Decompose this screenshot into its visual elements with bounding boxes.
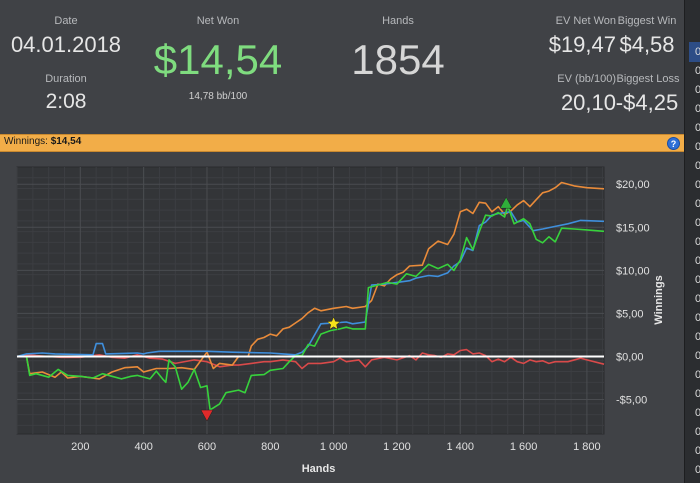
- y-axis-label: Winnings: [653, 275, 665, 324]
- help-icon[interactable]: ?: [667, 137, 680, 150]
- y-tick-label: $20,00: [616, 179, 650, 191]
- x-axis-label: Hands: [302, 463, 336, 475]
- duration-value: 2:08: [45, 90, 87, 113]
- biggest-loss-label: Biggest Loss: [616, 73, 680, 85]
- side-list-item[interactable]: 0: [695, 103, 700, 115]
- winnings-bar-value: $14,54: [50, 136, 82, 147]
- winnings-chart-area: 200 400 600 800 1 000 1 200 1 400 1 600 1 800 $20…: [0, 152, 684, 483]
- net-won-label: Net Won: [196, 15, 240, 27]
- side-list-item[interactable]: 0: [695, 255, 700, 267]
- side-list-item[interactable]: 0: [695, 217, 700, 229]
- x-tick-label: 1 800: [573, 441, 601, 453]
- x-tick-label: 400: [134, 441, 152, 453]
- side-list-item[interactable]: 0: [695, 179, 700, 191]
- biggest-win-label: Biggest Win: [617, 15, 677, 27]
- biggest-loss-value: -$4,25: [615, 90, 679, 115]
- net-won-bb100: 14,78 bb/100: [188, 91, 248, 102]
- app-root: Date 04.01.2018 Duration 2:08 Net Won $1…: [0, 0, 700, 483]
- session-panel: Date 04.01.2018 Duration 2:08 Net Won $1…: [0, 0, 684, 483]
- x-tick-label: 1 200: [383, 441, 411, 453]
- x-tick-label: 1 000: [320, 441, 348, 453]
- y-tick-label: $10,00: [616, 265, 650, 277]
- winnings-bar-label: Winnings:: [4, 136, 48, 147]
- ev-bb100-value: 20,10: [560, 90, 616, 115]
- duration-label: Duration: [45, 73, 87, 85]
- side-list-item[interactable]: 0: [695, 445, 700, 457]
- x-tick-label: 1 400: [446, 441, 474, 453]
- date-label: Date: [54, 15, 78, 27]
- side-list-panel: 0 0 0 0 0 0 0 0 0 0 0 0 0 0 0 0 0 0 0 0 0 0 0: [684, 0, 700, 483]
- side-list-item[interactable]: 0: [695, 464, 700, 476]
- net-won-value: $14,54: [153, 36, 283, 83]
- x-tick-label: 200: [71, 441, 89, 453]
- side-list-item[interactable]: 0: [695, 65, 700, 77]
- y-tick-label: $5,00: [616, 308, 644, 320]
- side-list-item[interactable]: 0: [695, 141, 700, 153]
- y-tick-label: $15,00: [616, 222, 650, 234]
- side-list-item[interactable]: 0: [695, 122, 700, 134]
- y-tick-label: $0,00: [616, 351, 644, 363]
- side-list-item[interactable]: 0: [695, 350, 700, 362]
- side-list-item[interactable]: 0: [695, 407, 700, 419]
- winnings-bar: Winnings: $14,54 ?: [0, 134, 684, 152]
- ev-net-won-label: EV Net Won: [555, 15, 616, 27]
- side-list-item[interactable]: 0: [695, 160, 700, 172]
- winnings-chart: 200 400 600 800 1 000 1 200 1 400 1 600 1 800 $20…: [16, 166, 665, 475]
- side-list-item[interactable]: 0: [695, 331, 700, 343]
- ev-bb100-label: EV (bb/100): [557, 73, 616, 85]
- side-list-item[interactable]: 0: [695, 46, 700, 58]
- hands-label: Hands: [382, 15, 414, 27]
- side-list-item[interactable]: 0: [695, 293, 700, 305]
- x-tick-label: 600: [198, 441, 216, 453]
- stats-header: Date 04.01.2018 Duration 2:08 Net Won $1…: [0, 0, 684, 134]
- side-list-item[interactable]: 0: [695, 198, 700, 210]
- date-value: 04.01.2018: [10, 32, 122, 57]
- side-list-item[interactable]: 0: [695, 369, 700, 381]
- ev-net-won-value: $19,47: [548, 32, 616, 57]
- x-tick-label: 1 600: [510, 441, 538, 453]
- hands-value: 1854: [351, 36, 445, 83]
- winnings-bar-text: Winnings: $14,54: [4, 136, 81, 147]
- side-list-item[interactable]: 0: [695, 236, 700, 248]
- side-list-item[interactable]: 0: [695, 274, 700, 286]
- x-tick-label: 800: [261, 441, 279, 453]
- side-list-item[interactable]: 0: [695, 388, 700, 400]
- side-list-item[interactable]: 0: [695, 84, 700, 96]
- side-list-item[interactable]: 0: [695, 426, 700, 438]
- biggest-win-value: $4,58: [619, 32, 675, 57]
- side-list-item[interactable]: 0: [695, 312, 700, 324]
- y-tick-label: -$5,00: [616, 395, 647, 407]
